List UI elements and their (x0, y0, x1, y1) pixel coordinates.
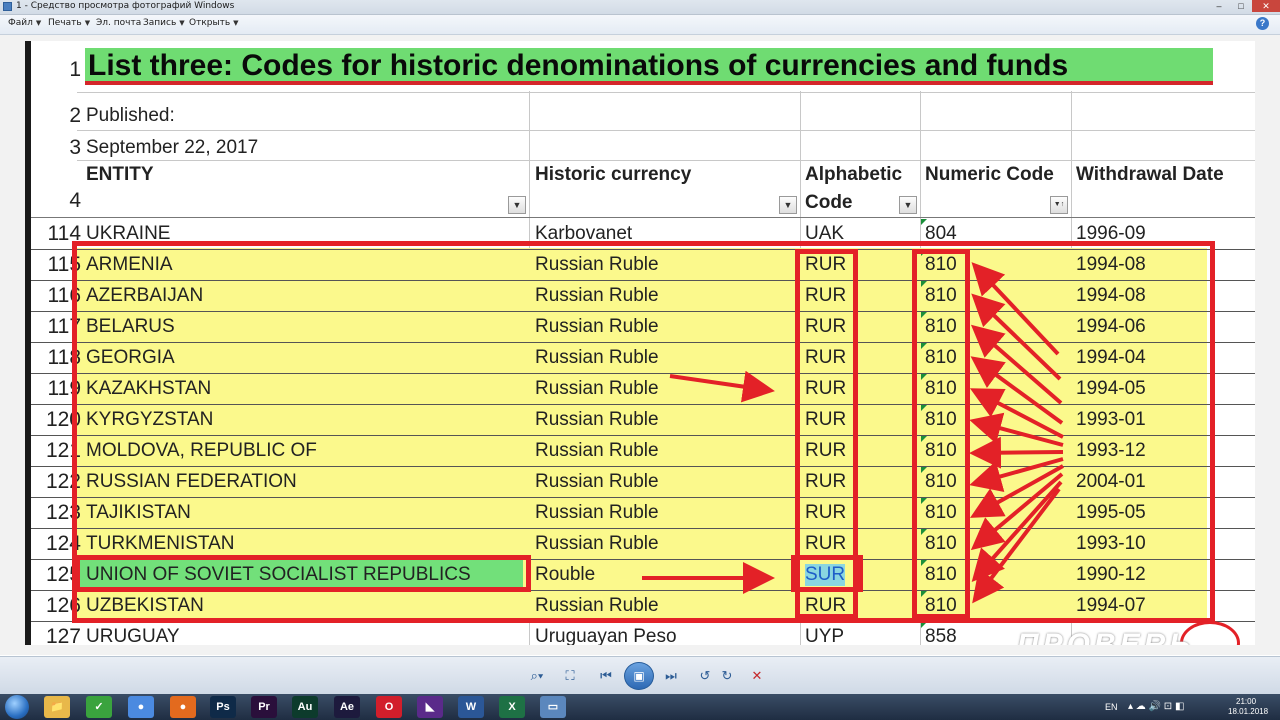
close-button[interactable]: ✕ (1252, 0, 1280, 12)
tray-icons[interactable]: ▴ ☁ 🔊 ⊡ ◧ (1128, 701, 1184, 712)
clock-time[interactable]: 21:00 (1236, 697, 1256, 706)
slideshow-button[interactable]: ▣ (624, 662, 654, 690)
rotate-cw-icon[interactable]: ↻ (718, 667, 736, 685)
menu-burn[interactable]: Запись ▼ (143, 18, 185, 28)
taskbar-app-purple-icon[interactable]: ◣ (417, 696, 443, 718)
taskbar-premiere-icon[interactable]: Pr (251, 696, 277, 718)
menu-bar: Файл ▼ Печать ▼ Эл. почта Запись ▼ Открыть ▼… (0, 15, 1280, 35)
taskbar-aftereffects-icon[interactable]: Ae (334, 696, 360, 718)
zoom-icon[interactable]: ⌕▾ (525, 667, 549, 685)
arrow-numeric (969, 412, 1064, 447)
taskbar-chrome-icon[interactable]: ● (128, 696, 154, 718)
fit-window-icon[interactable]: ⛶ (561, 667, 579, 685)
viewer-toolbar: ⌕▾ ⛶ ⏮ ▣ ⏭ ↺ ↻ ✕ (0, 656, 1280, 695)
taskbar-explorer-icon[interactable]: 📁 (44, 696, 70, 718)
menu-file[interactable]: Файл ▼ (8, 18, 41, 28)
chevron-down-icon: ▼ (84, 19, 91, 27)
help-icon[interactable]: ? (1256, 17, 1269, 30)
arrow-numeric (971, 480, 1063, 582)
watermark-logo: ПРОВЕRЬ (1017, 628, 1195, 645)
chevron-down-icon: ▼ (179, 19, 185, 27)
app-icon (3, 2, 12, 11)
chevron-down-icon: ▼ (35, 19, 42, 27)
menu-print-label: Печать (48, 18, 82, 28)
taskbar-audition-icon[interactable]: Au (292, 696, 318, 718)
arrow-to-rur (669, 370, 775, 403)
taskbar-excel-icon[interactable]: X (499, 696, 525, 718)
menu-open[interactable]: Открыть ▼ (189, 18, 239, 28)
menu-burn-label: Запись (143, 18, 177, 28)
taskbar: 📁 ✓ ● ● Ps Pr Au Ae O ◣ W X ▭ EN ▴ ☁ 🔊 ⊡ ◧ 21:00 18.… (0, 694, 1280, 720)
taskbar-word-icon[interactable]: W (458, 696, 484, 718)
photo-viewer-area: List three: Codes for historic denominat… (0, 35, 1280, 655)
previous-icon[interactable]: ⏮ (597, 667, 615, 685)
menu-print[interactable]: Печать ▼ (48, 18, 90, 28)
clock-date[interactable]: 18.01.2018 (1228, 707, 1268, 716)
menu-open-label: Открыть (189, 18, 231, 28)
taskbar-photoshop-icon[interactable]: Ps (210, 696, 236, 718)
window-title: 1 - Средство просмотра фотографий Window… (16, 1, 235, 11)
language-indicator[interactable]: EN (1105, 702, 1118, 712)
arrow-numeric (969, 436, 1064, 469)
start-button[interactable] (5, 695, 29, 719)
spreadsheet-photo: List three: Codes for historic denominat… (25, 41, 1255, 645)
chevron-down-icon: ▼ (233, 19, 239, 27)
maximize-button[interactable]: □ (1230, 0, 1252, 12)
window-title-bar[interactable]: 1 - Средство просмотра фотографий Window… (0, 0, 1280, 15)
menu-email[interactable]: Эл. почта (96, 18, 141, 28)
menu-file-label: Файл (8, 18, 33, 28)
taskbar-opera-icon[interactable]: O (376, 696, 402, 718)
minimize-button[interactable]: – (1208, 0, 1230, 12)
annotation-arrows (642, 262, 1064, 604)
taskbar-app-green-icon[interactable]: ✓ (86, 696, 112, 718)
taskbar-photoviewer-icon[interactable]: ▭ (540, 696, 566, 718)
next-icon[interactable]: ⏭ (662, 667, 680, 685)
rotate-ccw-icon[interactable]: ↺ (696, 667, 714, 685)
menu-email-label: Эл. почта (96, 18, 142, 28)
delete-icon[interactable]: ✕ (748, 667, 766, 685)
arrow-numeric (970, 472, 1064, 551)
taskbar-firefox-icon[interactable]: ● (170, 696, 196, 718)
